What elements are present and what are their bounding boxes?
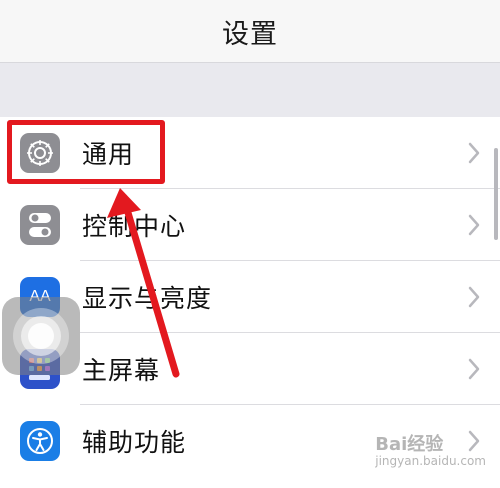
nav-bar: 设置 <box>0 0 500 62</box>
chevron-right-icon <box>468 142 480 164</box>
chevron-right-icon <box>468 286 480 308</box>
page-title: 设置 <box>222 18 278 50</box>
accessibility-icon <box>20 421 60 461</box>
assistive-touch-button[interactable] <box>2 297 80 375</box>
settings-row-label: 主屏幕 <box>82 356 161 385</box>
chevron-right-icon <box>468 214 480 236</box>
watermark: Bai经验 jingyan.baidu.com <box>375 430 486 468</box>
chevron-right-icon <box>468 358 480 380</box>
assistive-touch-ring <box>28 323 54 349</box>
watermark-text: Bai经验 <box>375 434 444 455</box>
annotation-highlight-box <box>7 120 165 184</box>
toggles-icon <box>20 205 60 245</box>
settings-row-label: 控制中心 <box>82 212 187 241</box>
settings-row-label: 辅助功能 <box>82 428 187 457</box>
watermark-subtext: jingyan.baidu.com <box>375 454 486 468</box>
settings-row-label: 显示与亮度 <box>82 284 213 313</box>
section-spacer <box>0 63 500 117</box>
scrollbar[interactable] <box>494 148 498 240</box>
settings-row-control-center[interactable]: 控制中心 <box>0 189 500 261</box>
